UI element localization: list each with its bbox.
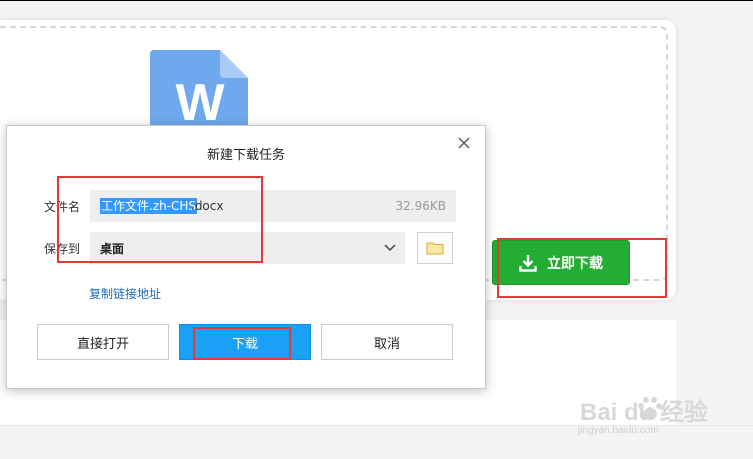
open-directly-button[interactable]: 直接打开 [37, 324, 169, 360]
paw-logo-icon [638, 397, 662, 420]
file-size: 32.96KB [395, 199, 446, 213]
baidu-jingyan-watermark: Bai du 经验 jingyan.baidu.com [576, 392, 736, 442]
save-location-select[interactable]: 桌面 [90, 232, 405, 264]
save-to-label: 保存到 [44, 242, 81, 256]
filename-extension: .docx [191, 199, 224, 213]
word-icon-letter: W [175, 74, 225, 132]
top-border [0, 0, 753, 1]
word-document-icon: W [150, 50, 248, 135]
cancel-button[interactable]: 取消 [321, 324, 453, 360]
save-location-value: 桌面 [100, 242, 125, 256]
filename-input[interactable]: 工作文件.zh-CHS .docx 32.96KB [90, 190, 456, 222]
folder-icon [426, 242, 444, 255]
close-icon[interactable] [455, 134, 473, 152]
filename-label: 文件名 [44, 200, 81, 214]
browse-folder-button[interactable] [417, 232, 453, 264]
copy-link-address[interactable]: 复制链接地址 [89, 285, 161, 302]
new-download-task-dialog: 新建下载任务 文件名 工作文件.zh-CHS .docx 32.96KB 保存到… [6, 125, 486, 389]
dialog-title: 新建下载任务 [206, 148, 285, 163]
download-button[interactable]: 下载 [179, 324, 311, 360]
filename-selected-text: 工作文件.zh-CHS [100, 198, 198, 214]
download-icon [519, 254, 537, 272]
chevron-down-icon [384, 244, 396, 252]
screenshot: W 立即下载 新建下载任务 文件名 工作文件.zh-CHS .docx 32.9… [0, 0, 753, 459]
watermark-url: jingyan.baidu.com [578, 425, 659, 436]
download-now-label: 立即下载 [547, 255, 603, 272]
download-now-button[interactable]: 立即下载 [492, 240, 630, 285]
